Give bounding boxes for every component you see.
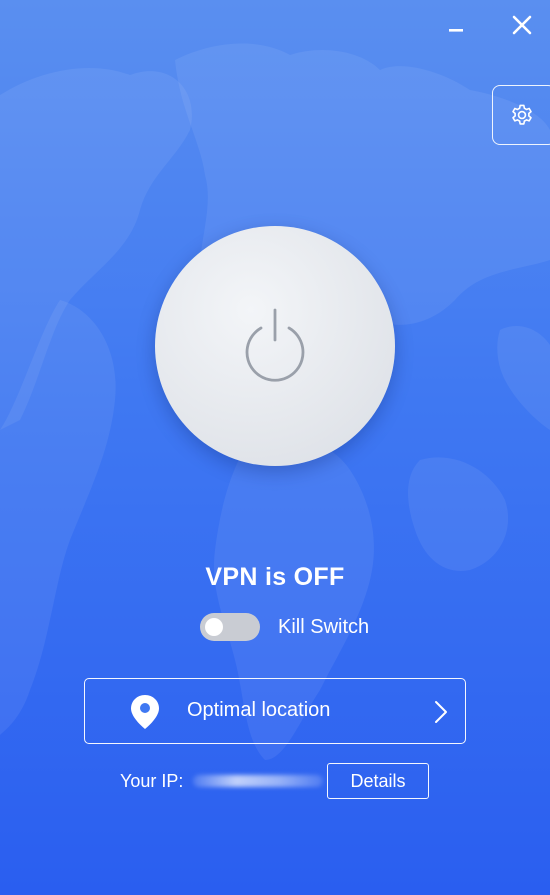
close-icon [512, 15, 532, 35]
details-button[interactable]: Details [327, 763, 429, 799]
toggle-knob [205, 618, 223, 636]
vpn-status-text: VPN is OFF [205, 563, 345, 591]
location-label: Optimal location [187, 699, 331, 721]
settings-button[interactable] [492, 85, 550, 145]
location-selector-button[interactable]: Optimal location [84, 678, 466, 744]
ip-address-redacted [193, 775, 324, 787]
ip-row: Your IP: [120, 763, 324, 799]
kill-switch-row: Kill Switch [200, 612, 369, 642]
gear-icon [512, 104, 532, 125]
power-button[interactable] [155, 226, 395, 466]
ip-label: Your IP: [120, 770, 184, 791]
chevron-right-icon [435, 701, 447, 723]
power-icon [245, 308, 305, 382]
close-button[interactable] [505, 8, 539, 42]
minimize-icon [449, 29, 463, 32]
kill-switch-toggle[interactable] [200, 613, 260, 641]
minimize-button[interactable] [439, 8, 473, 42]
kill-switch-label: Kill Switch [278, 615, 370, 638]
location-pin-icon [131, 695, 159, 729]
